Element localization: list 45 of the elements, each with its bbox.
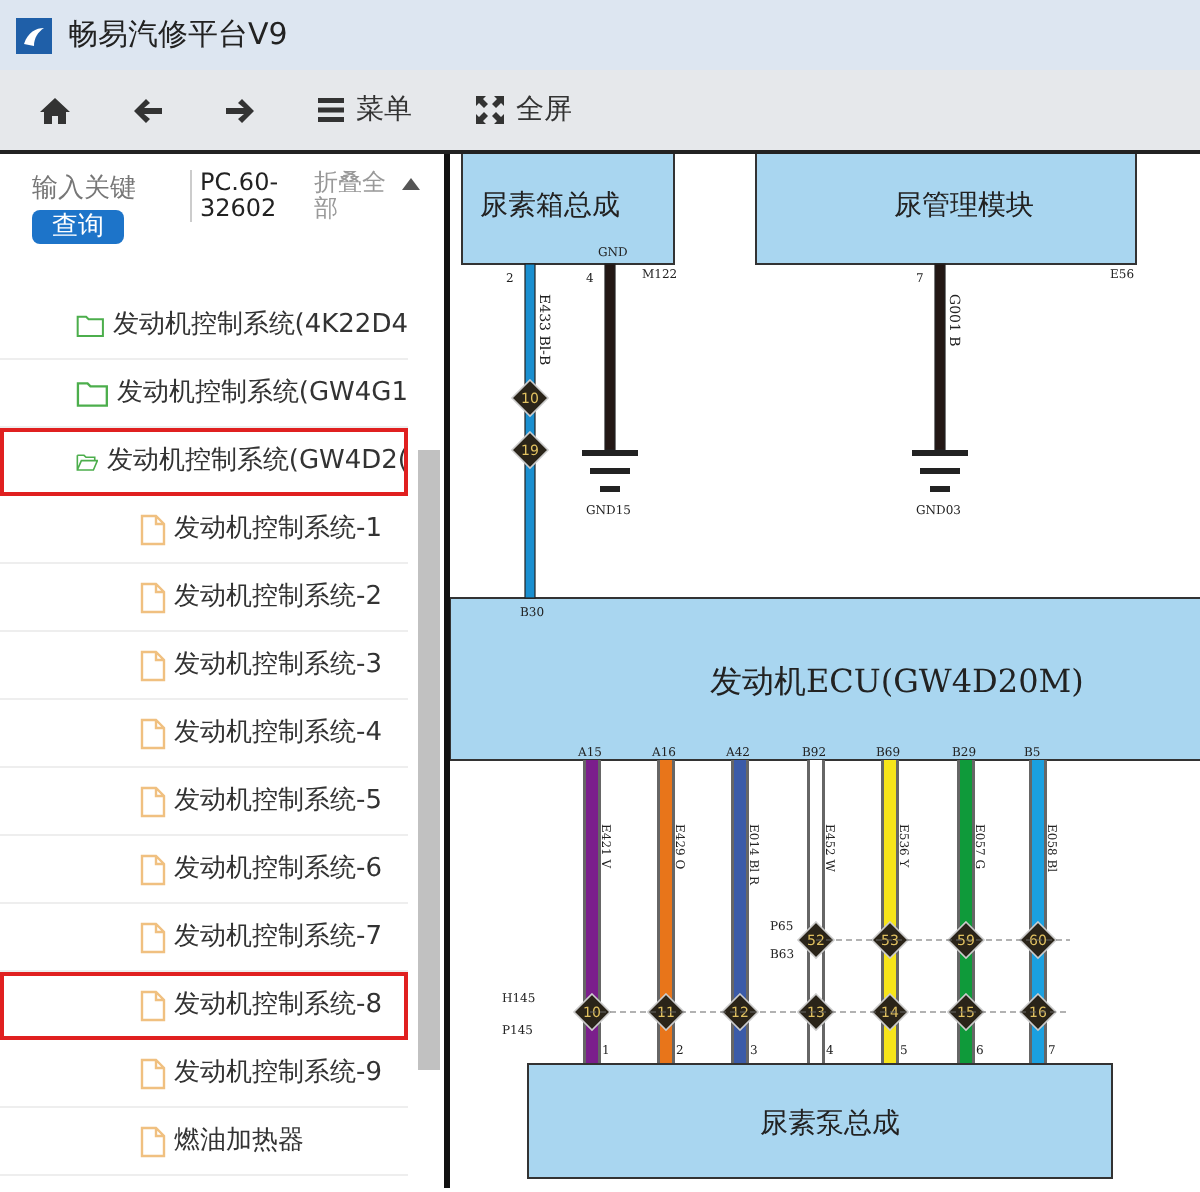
document-icon	[140, 581, 166, 613]
document-icon	[140, 921, 166, 953]
left-arrow-icon	[134, 97, 162, 123]
tree-item[interactable]: 发动机控制系统-7	[0, 904, 408, 972]
module-label: 尿管理模块	[894, 190, 1034, 222]
document-icon	[140, 853, 166, 885]
document-icon	[140, 1057, 166, 1089]
document-icon	[140, 513, 166, 545]
document-icon	[140, 649, 166, 681]
module-label: 尿素泵总成	[760, 1108, 900, 1140]
search-button[interactable]: 查询	[32, 209, 124, 243]
tree-item[interactable]: 发动机控制系统-4	[0, 700, 408, 768]
folder-icon	[76, 311, 105, 339]
tree-item[interactable]: 发动机控制系统-1	[0, 496, 408, 564]
document-icon	[140, 1125, 166, 1157]
scrollbar-thumb[interactable]	[418, 450, 440, 1070]
tree-item[interactable]: 发动机控制系统-5	[0, 768, 408, 836]
tree-item[interactable]: 发动机控制系统(GW4D2(	[0, 428, 408, 496]
scroll-up-icon[interactable]	[402, 178, 420, 190]
menu-icon	[318, 98, 344, 122]
tree-item[interactable]: 发动机控制系统-9	[0, 1040, 408, 1108]
tree-item[interactable]: 发动机控制系统-8	[0, 972, 408, 1040]
tree-item[interactable]: 发动机控制系统-2	[0, 564, 408, 632]
code-label: PC.60-32602	[190, 170, 306, 222]
tree-item[interactable]: 发动机控制系统(GW4G1	[0, 360, 408, 428]
module-label: 尿素箱总成	[480, 190, 620, 222]
search-field[interactable]: 输入关键	[32, 170, 182, 209]
ecu-label: 发动机ECU(GW4D20M)	[710, 662, 1084, 700]
tree-item[interactable]: 发动机控制系统-6	[0, 836, 408, 904]
window-title: 畅易汽修平台V9	[68, 14, 288, 57]
home-icon	[40, 97, 70, 123]
document-icon	[140, 989, 166, 1021]
app-logo-icon	[16, 17, 52, 53]
fullscreen-button[interactable]: 全屏	[468, 89, 580, 131]
tree-item[interactable]: 发动机控制系统(4K22D4	[0, 292, 408, 360]
folder-icon	[76, 379, 109, 407]
ground-symbol	[582, 450, 638, 492]
document-icon	[140, 785, 166, 817]
menu-button[interactable]: 菜单	[310, 89, 420, 131]
tree-item[interactable]: 发动机控制系统-3	[0, 632, 408, 700]
fullscreen-icon	[476, 96, 504, 124]
ground-symbol	[912, 450, 968, 492]
tree-item[interactable]: 燃油加热器	[0, 1108, 408, 1176]
right-arrow-icon	[226, 97, 254, 123]
document-icon	[140, 717, 166, 749]
